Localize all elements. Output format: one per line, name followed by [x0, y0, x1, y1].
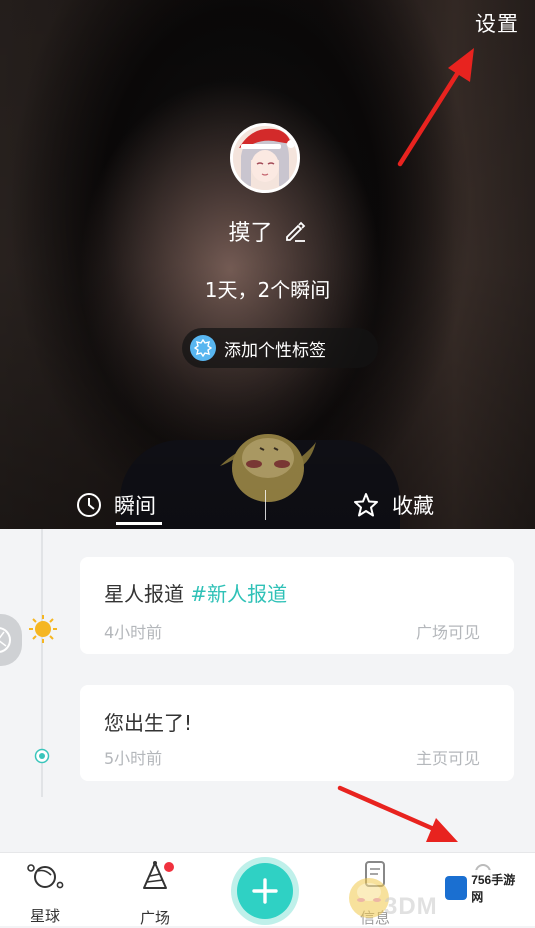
- add-tag-button[interactable]: 添加个性标签: [182, 328, 378, 368]
- site-logo-icon: [445, 876, 468, 900]
- sun-icon: [29, 615, 57, 643]
- floating-assist-ball[interactable]: [0, 614, 22, 666]
- site-logo-text: 756手游网: [471, 873, 516, 904]
- tab-favorites[interactable]: 收藏: [352, 480, 434, 529]
- notification-badge: [164, 862, 174, 872]
- profile-stats: 1天，2个瞬间: [204, 278, 331, 302]
- watermark-3dm: 3DM: [384, 893, 438, 920]
- moment-visibility: 主页可见: [415, 749, 480, 768]
- tab-moments-label: 瞬间: [114, 493, 156, 518]
- moment-card[interactable]: 星人报道 #新人报道 4小时前 广场可见: [80, 557, 514, 654]
- moment-title: 您出生了!: [104, 707, 192, 736]
- publish-button[interactable]: [231, 857, 299, 925]
- tab-divider: [265, 490, 266, 520]
- moment-text: 您出生了!: [104, 711, 193, 735]
- active-tab-indicator: [116, 522, 162, 525]
- avatar-image: [233, 126, 297, 190]
- avatar[interactable]: [230, 123, 300, 193]
- nickname: 摸了: [228, 221, 273, 246]
- star-icon: [354, 492, 378, 516]
- nav-planet[interactable]: 星球: [5, 853, 85, 926]
- profile-tabs: 瞬间 收藏: [0, 480, 535, 529]
- moment-time: 5小时前: [104, 749, 163, 768]
- edit-pencil-icon[interactable]: [283, 219, 307, 243]
- moment-time: 4小时前: [104, 623, 163, 642]
- nav-square[interactable]: 广场: [115, 853, 195, 927]
- watermark-site-logo: 756手游网: [443, 870, 523, 906]
- planet-icon: [27, 864, 64, 889]
- topic-link[interactable]: #新人报道: [190, 582, 287, 606]
- assist-ball-icon: [0, 627, 11, 653]
- nav-planet-label: 星球: [29, 907, 60, 925]
- moment-text: 星人报道: [104, 582, 184, 606]
- nickname-row: 摸了: [0, 215, 535, 247]
- clock-icon: [77, 492, 101, 517]
- arrow-to-me-tab-icon: [337, 785, 458, 842]
- tab-favorites-label: 收藏: [392, 493, 434, 518]
- add-tag-label: 添加个性标签: [224, 340, 326, 361]
- dot-icon: [34, 748, 50, 764]
- plus-icon: [252, 878, 278, 904]
- moment-visibility: 广场可见: [415, 623, 480, 642]
- moment-title: 星人报道 #新人报道: [104, 578, 287, 607]
- settings-button[interactable]: 设置: [475, 8, 519, 38]
- moment-card[interactable]: 您出生了! 5小时前 主页可见: [80, 685, 514, 781]
- badge-icon: [190, 335, 216, 361]
